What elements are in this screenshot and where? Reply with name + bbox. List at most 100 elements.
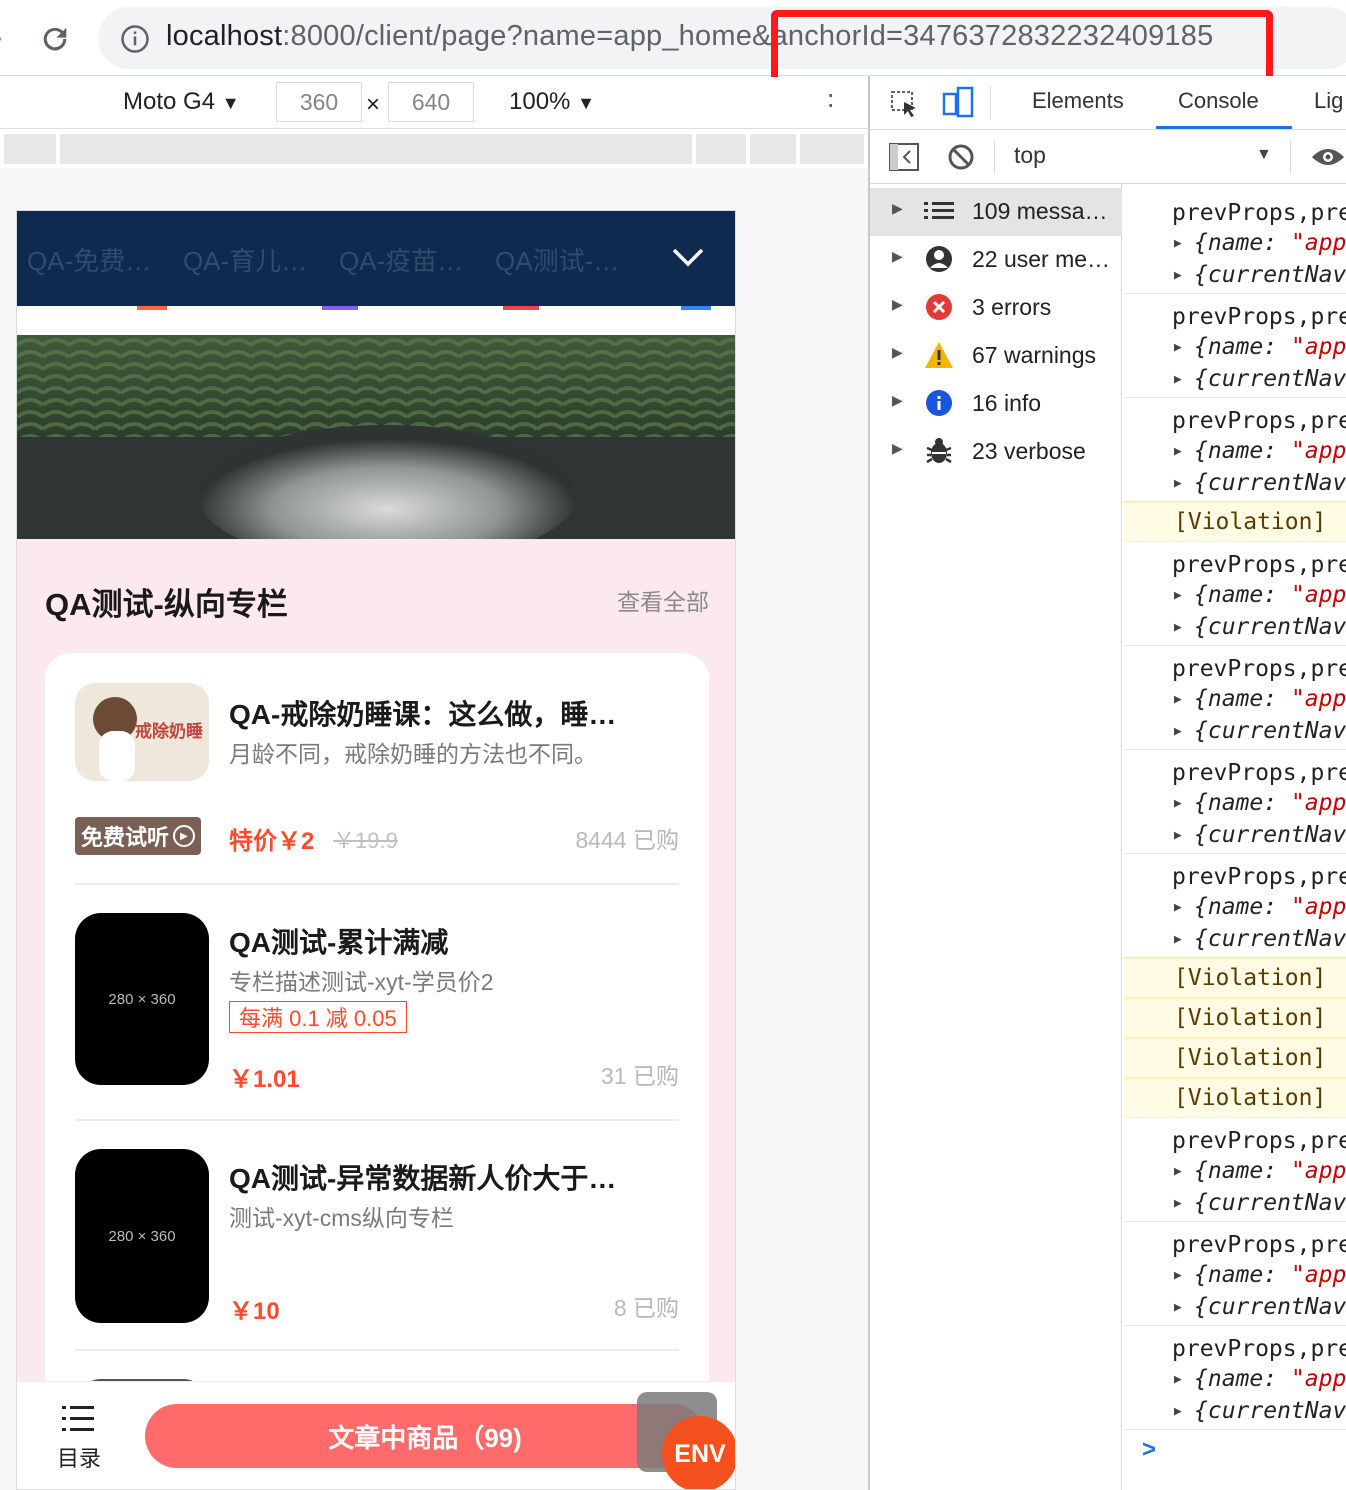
expand-icon[interactable]: ▶: [1174, 372, 1182, 387]
log-object[interactable]: {currentNav: [1194, 614, 1346, 640]
expand-icon[interactable]: ▶: [1174, 796, 1182, 811]
chevron-down-icon[interactable]: [671, 245, 705, 269]
violation-entry[interactable]: [Violation]: [1124, 1038, 1346, 1078]
expand-icon[interactable]: ▶: [1174, 900, 1182, 915]
log-object[interactable]: {name: "app: [1194, 1262, 1346, 1288]
expand-icon[interactable]: ▶: [1174, 724, 1182, 739]
log-object[interactable]: {name: "app: [1194, 582, 1346, 608]
inspect-element-icon[interactable]: [890, 90, 920, 118]
expand-icon[interactable]: ▶: [1174, 340, 1182, 355]
free-trial-badge[interactable]: 免费试听 ▶: [75, 817, 202, 855]
console-log-entry[interactable]: prevProps,pre ▶ {name: "app ▶ {currentNav: [1124, 1118, 1346, 1222]
tab-elements[interactable]: Elements: [1032, 88, 1124, 114]
product-item[interactable]: 戒除奶睡 QA-戒除奶睡课：这么做，睡… 月龄不同，戒除奶睡的方法也不同。 免费…: [75, 683, 679, 855]
expand-icon[interactable]: ▶: [1174, 1372, 1182, 1387]
zoom-select[interactable]: 100% ▼: [509, 88, 595, 116]
expand-icon[interactable]: ▶: [1174, 620, 1182, 635]
nav-tab[interactable]: QA-免费…: [27, 241, 151, 278]
width-input[interactable]: 360: [276, 82, 362, 122]
log-text: prevProps,pre: [1172, 760, 1346, 786]
catalog-button[interactable]: 目录: [47, 1404, 111, 1480]
console-log-entry[interactable]: prevProps,pre ▶ {name: "app ▶ {currentNav: [1124, 542, 1346, 646]
expand-icon[interactable]: ▶: [1174, 1300, 1182, 1315]
console-sidebar: ▶ 109 messa… ▶ 22 user me… ▶ 3 errors ▶ …: [870, 184, 1122, 1490]
log-object[interactable]: {name: "app: [1194, 230, 1346, 256]
sidebar-toggle-icon[interactable]: [888, 142, 920, 172]
log-object[interactable]: {name: "app: [1194, 1158, 1346, 1184]
device-select[interactable]: Moto G4 ▼: [123, 88, 240, 116]
device-toggle-icon[interactable]: [940, 84, 974, 120]
log-object[interactable]: {currentNav: [1194, 926, 1346, 952]
article-products-button[interactable]: 文章中商品（99): [145, 1404, 705, 1468]
violation-entry[interactable]: [Violation]: [1124, 998, 1346, 1038]
console-log-entry[interactable]: prevProps,pre ▶ {name: "app ▶ {currentNav: [1124, 854, 1346, 958]
log-object[interactable]: {currentNav: [1194, 1190, 1346, 1216]
height-input[interactable]: 640: [388, 82, 474, 122]
console-log-entry[interactable]: prevProps,pre ▶ {name: "app ▶ {currentNav: [1124, 1326, 1346, 1430]
console-log-entry[interactable]: prevProps,pre ▶ {name: "app ▶ {currentNav: [1124, 646, 1346, 750]
expand-icon[interactable]: ▶: [1174, 236, 1182, 251]
clear-console-icon[interactable]: [946, 142, 976, 172]
console-prompt[interactable]: >: [1142, 1436, 1156, 1464]
log-object[interactable]: {name: "app: [1194, 790, 1346, 816]
expand-icon[interactable]: ▶: [1174, 932, 1182, 947]
nav-tab[interactable]: QA-育儿…: [183, 241, 307, 278]
violation-entry[interactable]: [Violation]: [1124, 502, 1346, 542]
console-log-entry[interactable]: prevProps,pre ▶ {name: "app ▶ {currentNav: [1124, 294, 1346, 398]
nav-tab[interactable]: QA-疫苗…: [339, 241, 463, 278]
reload-icon[interactable]: [38, 22, 72, 56]
sidebar-item-messages[interactable]: ▶ 109 messa…: [870, 188, 1122, 236]
violation-entry[interactable]: [Violation]: [1124, 958, 1346, 998]
nav-tab[interactable]: QA测试-…: [495, 241, 619, 278]
banner-image[interactable]: [17, 335, 735, 539]
violation-entry[interactable]: [Violation]: [1124, 1078, 1346, 1118]
log-object[interactable]: {currentNav: [1194, 822, 1346, 848]
forward-icon[interactable]: ›: [0, 22, 3, 53]
bug-icon: [924, 436, 954, 466]
expand-icon[interactable]: ▶: [1174, 268, 1182, 283]
log-object[interactable]: {currentNav: [1194, 1398, 1346, 1424]
log-object[interactable]: {currentNav: [1194, 470, 1346, 496]
expand-icon[interactable]: ▶: [1174, 444, 1182, 459]
product-item[interactable]: 280 × 360 QA测试-累计满减 专栏描述测试-xyt-学员价2 每满 0…: [75, 913, 679, 1093]
site-info-icon[interactable]: [120, 24, 150, 54]
console-log-entry[interactable]: prevProps,pre ▶ {name: "app ▶ {currentNav: [1124, 398, 1346, 502]
sidebar-item-verbose[interactable]: ▶ 23 verbose: [870, 428, 1122, 476]
console-log-entry[interactable]: prevProps,pre ▶ {name: "app ▶ {currentNav: [1124, 190, 1346, 294]
eye-icon[interactable]: [1310, 146, 1346, 168]
log-object[interactable]: {name: "app: [1194, 894, 1346, 920]
sidebar-item-warnings[interactable]: ▶ 67 warnings: [870, 332, 1122, 380]
log-object[interactable]: {currentNav: [1194, 718, 1346, 744]
console-log-entry[interactable]: prevProps,pre ▶ {name: "app ▶ {currentNav: [1124, 750, 1346, 854]
chevron-down-icon[interactable]: ▼: [1256, 146, 1272, 164]
sidebar-item-info[interactable]: ▶ 16 info: [870, 380, 1122, 428]
expand-icon[interactable]: ▶: [1174, 588, 1182, 603]
violation-text: [Violation]: [1174, 1085, 1327, 1111]
expand-icon[interactable]: ▶: [1174, 1404, 1182, 1419]
expand-icon[interactable]: ▶: [1174, 692, 1182, 707]
expand-icon[interactable]: ▶: [1174, 476, 1182, 491]
log-object[interactable]: {name: "app: [1194, 1366, 1346, 1392]
env-button[interactable]: ENV: [662, 1416, 735, 1489]
log-object[interactable]: {name: "app: [1194, 686, 1346, 712]
expand-icon[interactable]: ▶: [1174, 1196, 1182, 1211]
expand-icon[interactable]: ▶: [1174, 828, 1182, 843]
view-all-link[interactable]: 查看全部: [617, 583, 709, 617]
expand-icon[interactable]: ▶: [1174, 1268, 1182, 1283]
log-object[interactable]: {currentNav: [1194, 1294, 1346, 1320]
product-item[interactable]: 280 × 360 QA测试-异常数据新人价大于… 测试-xyt-cms纵向专栏…: [75, 1149, 679, 1325]
console-log-entry[interactable]: prevProps,pre ▶ {name: "app ▶ {currentNav: [1124, 1222, 1346, 1326]
log-object[interactable]: {currentNav: [1194, 262, 1346, 288]
tab-console[interactable]: Console: [1178, 88, 1259, 114]
expand-icon: ▶: [892, 200, 903, 216]
context-select[interactable]: top: [1014, 142, 1046, 169]
expand-icon[interactable]: ▶: [1174, 1164, 1182, 1179]
tab-lighthouse[interactable]: Lig: [1314, 88, 1343, 114]
more-options-icon[interactable]: · ·: [826, 80, 835, 118]
log-object[interactable]: {name: "app: [1194, 334, 1346, 360]
log-object[interactable]: {name: "app: [1194, 438, 1346, 464]
media-query-bar[interactable]: [0, 130, 868, 168]
sidebar-item-errors[interactable]: ▶ 3 errors: [870, 284, 1122, 332]
sidebar-item-user-messages[interactable]: ▶ 22 user me…: [870, 236, 1122, 284]
log-object[interactable]: {currentNav: [1194, 366, 1346, 392]
